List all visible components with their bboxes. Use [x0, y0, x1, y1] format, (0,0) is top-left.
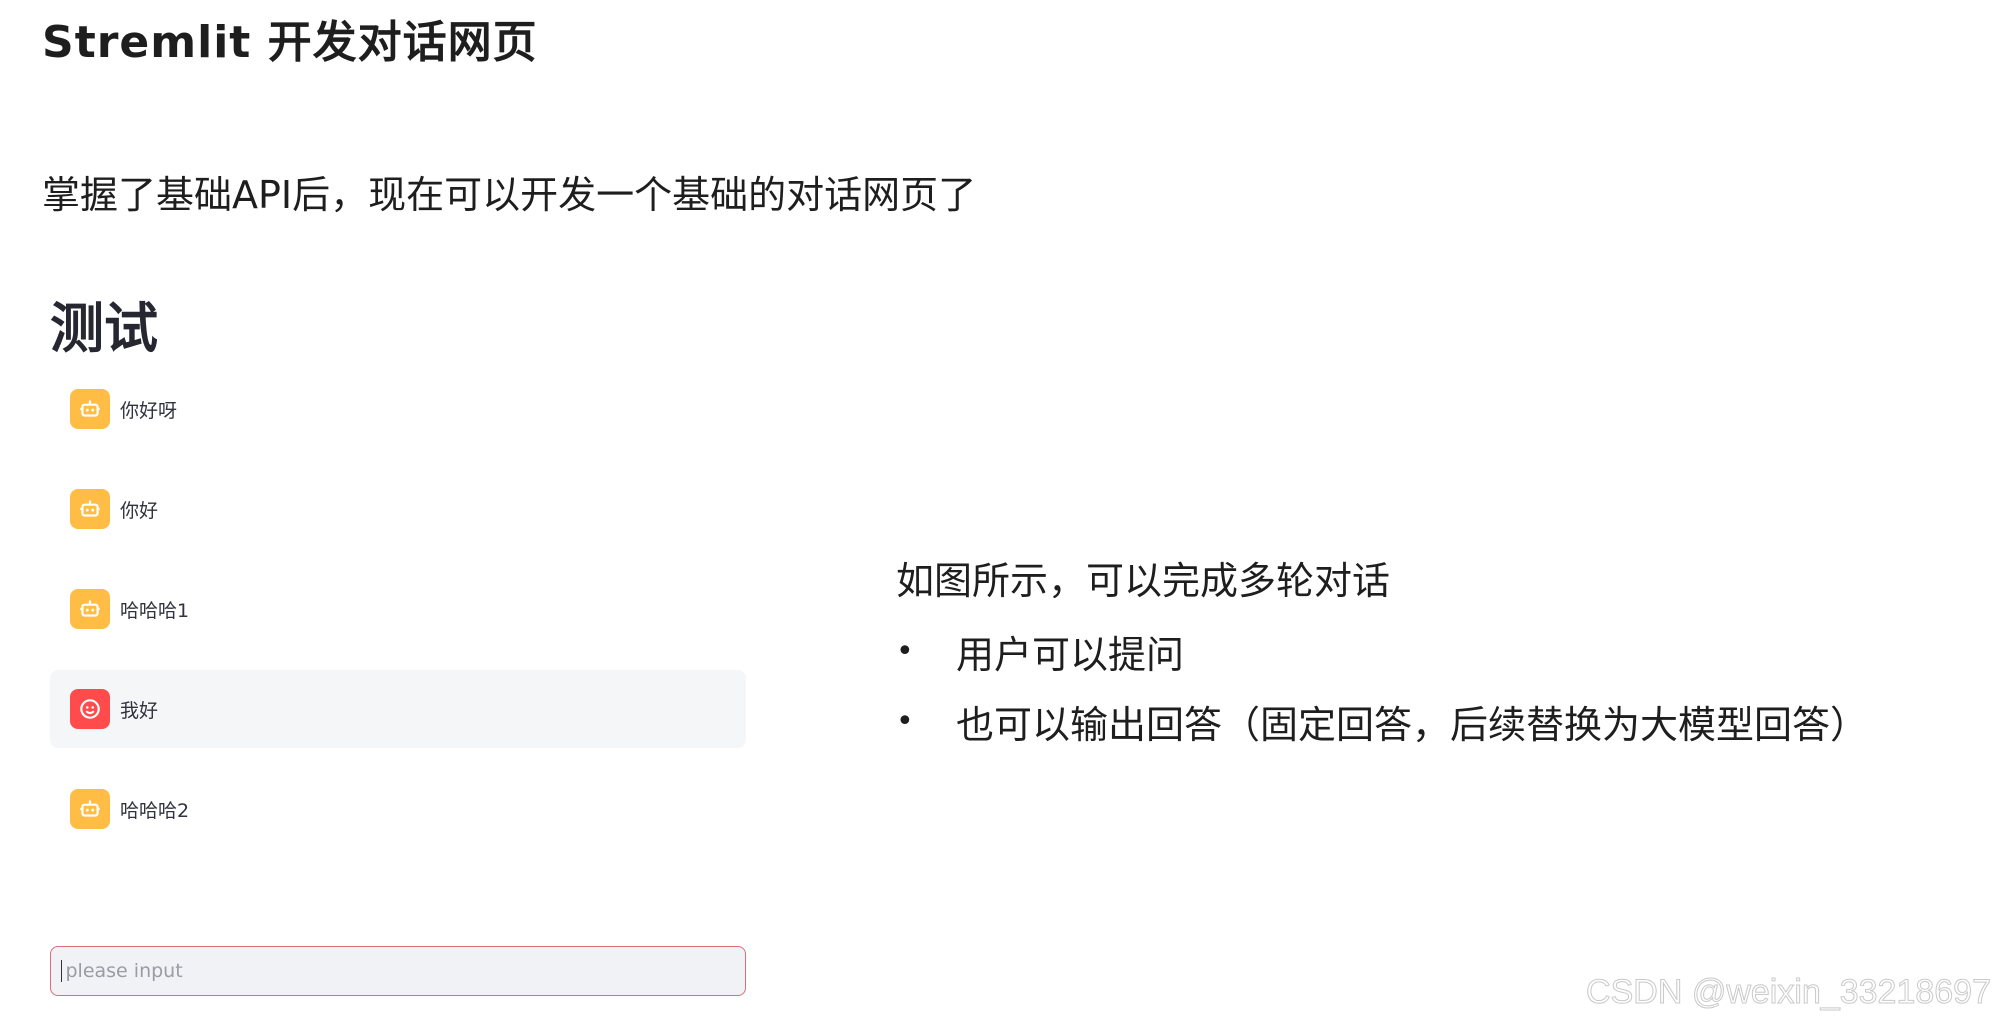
list-item-text: 用户可以提问: [956, 632, 1185, 677]
notes-list: • 用户可以提问 • 也可以输出回答（固定回答，后续替换为大模型回答）: [896, 627, 1868, 747]
list-item: • 用户可以提问: [896, 627, 1868, 677]
robot-icon: [70, 389, 110, 429]
smiley-face-icon: [70, 689, 110, 729]
chat-message-text: 我好: [120, 699, 159, 722]
watermark: CSDN @weixin_33218697: [1586, 973, 1992, 1012]
slide-intro: 掌握了基础API后，现在可以开发一个基础的对话网页了: [42, 173, 977, 217]
chat-message-text: 你好: [120, 499, 159, 522]
bullet-icon: •: [896, 633, 914, 669]
notes-heading: 如图所示，可以完成多轮对话: [896, 559, 1391, 603]
chat-message-assistant: 你好: [50, 470, 746, 548]
chat-input-box[interactable]: [50, 946, 746, 996]
robot-icon: [70, 789, 110, 829]
chat-message-assistant: 哈哈哈1: [50, 570, 746, 648]
list-item-text: 也可以输出回答（固定回答，后续替换为大模型回答）: [956, 702, 1869, 747]
bullet-icon: •: [896, 703, 914, 739]
chat-input[interactable]: [63, 959, 745, 983]
notes: 如图所示，可以完成多轮对话 • 用户可以提问 • 也可以输出回答（固定回答，后续…: [896, 550, 1868, 767]
robot-icon: [70, 589, 110, 629]
chat-message-text: 哈哈哈2: [120, 799, 190, 822]
slide-title: Stremlit 开发对话网页: [42, 17, 538, 68]
chat-message-assistant: 你好呀: [50, 370, 746, 448]
robot-icon: [70, 489, 110, 529]
chat-message-assistant: 哈哈哈2: [50, 770, 746, 848]
chat-message-user: 我好: [50, 670, 746, 748]
text-caret: [61, 960, 63, 982]
app-title: 测试: [50, 297, 158, 360]
slide: Stremlit 开发对话网页 掌握了基础API后，现在可以开发一个基础的对话网…: [0, 0, 1995, 1026]
chat-message-text: 你好呀: [120, 399, 178, 422]
chat-message-text: 哈哈哈1: [120, 599, 190, 622]
streamlit-app-screenshot: 测试 你好呀 你好 哈哈哈1 我好 哈哈哈2 please input: [42, 270, 750, 1010]
list-item: • 也可以输出回答（固定回答，后续替换为大模型回答）: [896, 697, 1868, 747]
